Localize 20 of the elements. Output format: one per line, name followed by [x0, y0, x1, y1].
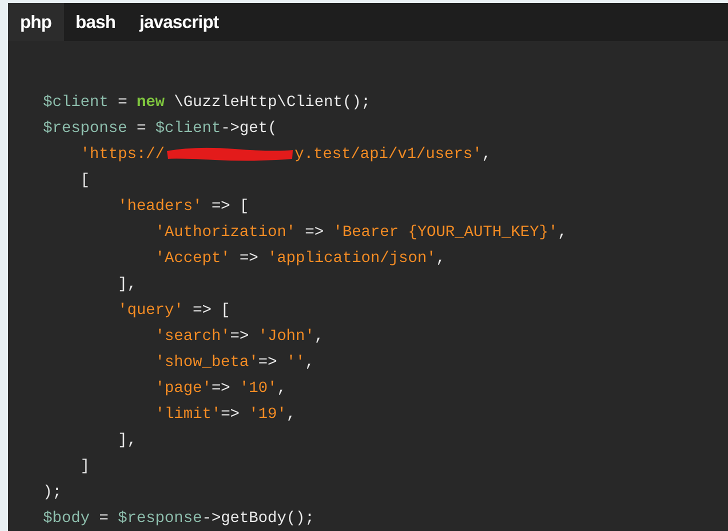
code-line: $body = $response->getBody();: [43, 508, 314, 529]
code-line: $client = new \GuzzleHttp\Client();: [43, 92, 371, 113]
code-line: 'https:// y.test/api/v1/users',: [79, 144, 492, 165]
code-line: 'limit'=> '19',: [154, 404, 296, 425]
code-line: );: [43, 482, 62, 503]
code-line: ],: [116, 274, 137, 295]
language-tab[interactable]: php: [8, 3, 64, 41]
code-line: ],: [116, 430, 137, 451]
code-line: 'Accept' => 'application/json',: [154, 248, 446, 269]
code-line: 'page'=> '10',: [154, 378, 286, 399]
code-line: $response = $client->get(: [43, 118, 277, 139]
code-line: 'show_beta'=> '',: [154, 352, 314, 373]
code-line: 'Authorization' => 'Bearer {YOUR_AUTH_KEY}',: [154, 222, 568, 243]
code-line: [: [79, 170, 90, 191]
language-tab[interactable]: bash: [64, 3, 128, 41]
code-line: 'headers' => [: [116, 196, 249, 217]
code-line: ]: [79, 456, 90, 477]
language-tab[interactable]: javascript: [128, 3, 231, 41]
code-line: 'query' => [: [116, 300, 230, 321]
code-line: 'search'=> 'John',: [154, 326, 324, 347]
